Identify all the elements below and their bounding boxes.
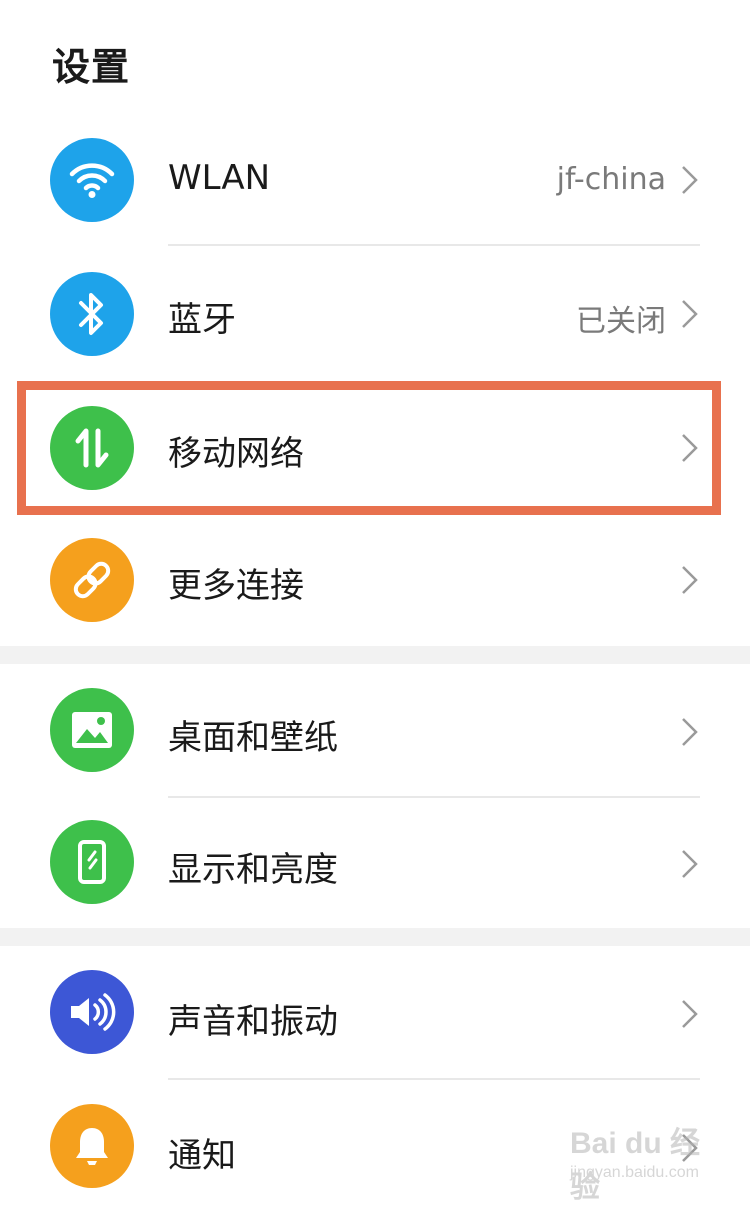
settings-item-label: 显示和亮度 <box>168 850 338 890</box>
settings-item-more-connections[interactable]: 更多连接 <box>0 514 750 646</box>
bell-icon <box>50 1104 134 1188</box>
settings-group-display: 桌面和壁纸 显示和亮度 <box>0 664 750 928</box>
speaker-icon <box>50 970 134 1054</box>
settings-item-home-wallpaper[interactable]: 桌面和壁纸 <box>0 664 750 798</box>
settings-group-connectivity: WLAN jf-china 蓝牙 已关闭 移动网络 更多连接 <box>0 114 750 646</box>
settings-item-label: 蓝牙 <box>168 300 236 340</box>
watermark-text: Bai du 经验 <box>570 1127 701 1204</box>
display-icon <box>50 820 134 904</box>
chevron-right-icon <box>682 850 698 878</box>
settings-item-label: 更多连接 <box>168 566 304 606</box>
settings-item-sound-vibration[interactable]: 声音和振动 <box>0 946 750 1080</box>
wallpaper-icon <box>50 688 134 772</box>
settings-item-label: 声音和振动 <box>168 1002 338 1042</box>
baidu-jingyan-watermark: Bai du 经验 jingyan.baidu.com <box>570 1118 720 1204</box>
settings-item-label: 桌面和壁纸 <box>168 718 338 758</box>
chevron-right-icon <box>682 566 698 594</box>
settings-item-bluetooth[interactable]: 蓝牙 已关闭 <box>0 248 750 380</box>
bluetooth-icon <box>50 272 134 356</box>
settings-item-display-brightness[interactable]: 显示和亮度 <box>0 798 750 930</box>
link-icon <box>50 538 134 622</box>
bluetooth-status: 已关闭 <box>576 304 666 339</box>
chevron-right-icon <box>682 300 698 328</box>
chevron-right-icon <box>682 166 698 194</box>
chevron-right-icon <box>682 718 698 746</box>
wlan-network-name: jf-china <box>556 162 666 197</box>
chevron-right-icon <box>682 1000 698 1028</box>
group-separator <box>0 928 750 946</box>
settings-item-label: 通知 <box>168 1136 236 1176</box>
page-title: 设置 <box>52 45 131 89</box>
divider <box>168 244 700 246</box>
settings-item-wlan[interactable]: WLAN jf-china <box>0 114 750 246</box>
group-separator <box>0 646 750 664</box>
watermark-url: jingyan.baidu.com <box>570 1164 699 1181</box>
wifi-icon <box>50 138 134 222</box>
highlight-box <box>17 381 721 515</box>
settings-item-label: WLAN <box>168 158 271 198</box>
